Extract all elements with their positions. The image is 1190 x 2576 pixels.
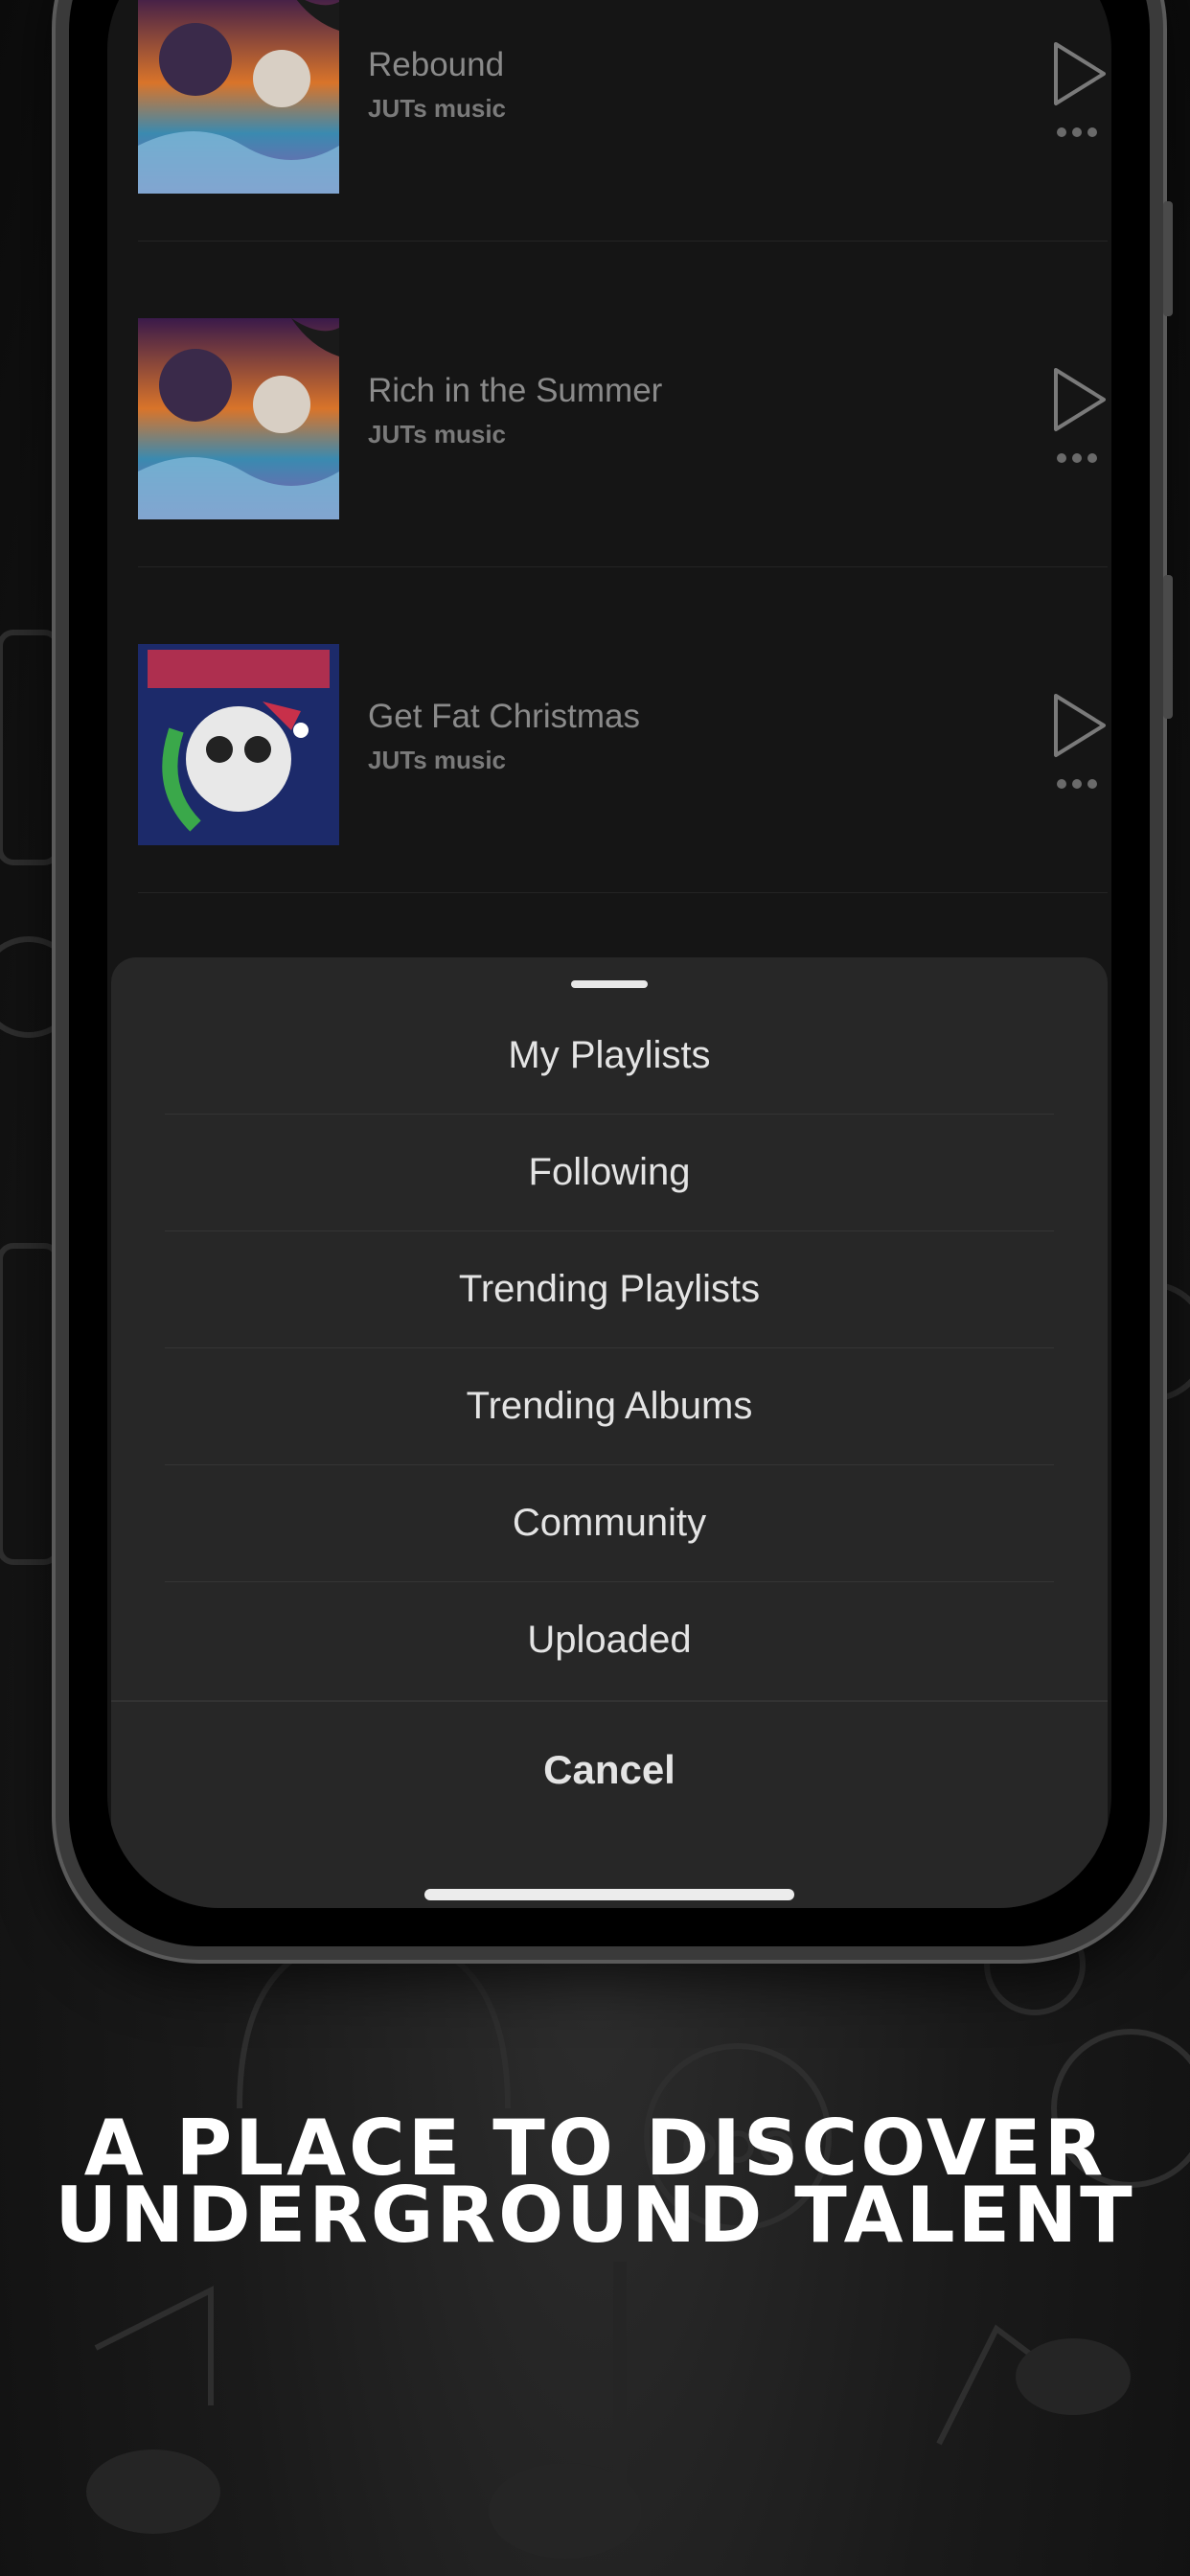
track-artist: JUTs music xyxy=(368,94,507,123)
phone-bezel: Rebound JUTs music Rich in the Summer JU… xyxy=(69,0,1150,1946)
menu-item-my-playlists[interactable]: My Playlists xyxy=(111,998,1108,1114)
beachside-album-art xyxy=(138,0,339,194)
menu-item-uploaded[interactable]: Uploaded xyxy=(111,1582,1108,1698)
action-sheet: My Playlists Following Trending Playlist… xyxy=(111,957,1108,1908)
home-indicator[interactable] xyxy=(424,1889,794,1900)
track-title: Get Fat Christmas xyxy=(368,698,640,735)
app-screen: Rebound JUTs music Rich in the Summer JU… xyxy=(107,0,1111,1908)
phone-frame: Rebound JUTs music Rich in the Summer JU… xyxy=(56,0,1173,1960)
christmas-panda-album-art xyxy=(138,644,339,845)
play-icon[interactable] xyxy=(1050,40,1108,107)
track-row[interactable]: Get Fat Christmas JUTs music xyxy=(138,567,1108,893)
track-title: Rebound xyxy=(368,46,505,83)
track-row[interactable]: Rebound JUTs music xyxy=(138,0,1108,242)
phone-side-button xyxy=(1163,201,1173,316)
track-artist: JUTs music xyxy=(368,746,507,774)
play-icon[interactable] xyxy=(1050,366,1108,433)
more-dots-icon[interactable] xyxy=(1056,776,1098,792)
menu-item-following[interactable]: Following xyxy=(111,1115,1108,1230)
track-row[interactable]: Rich in the Summer JUTs music xyxy=(138,242,1108,567)
beachside-album-art xyxy=(138,318,339,519)
more-dots-icon[interactable] xyxy=(1056,125,1098,140)
phone-side-button xyxy=(1163,575,1173,719)
more-dots-icon[interactable] xyxy=(1056,450,1098,466)
row-divider xyxy=(138,892,1108,893)
menu-item-trending-playlists[interactable]: Trending Playlists xyxy=(111,1231,1108,1347)
menu-item-community[interactable]: Community xyxy=(111,1465,1108,1581)
menu-item-trending-albums[interactable]: Trending Albums xyxy=(111,1348,1108,1464)
sheet-grabber[interactable] xyxy=(571,980,648,988)
track-artist: JUTs music xyxy=(368,420,507,448)
cancel-button[interactable]: Cancel xyxy=(111,1703,1108,1837)
play-icon[interactable] xyxy=(1050,692,1108,759)
tagline-line-2: UNDERGROUND TALENT xyxy=(55,2171,1135,2260)
track-title: Rich in the Summer xyxy=(368,372,663,409)
cancel-divider xyxy=(111,1700,1108,1702)
